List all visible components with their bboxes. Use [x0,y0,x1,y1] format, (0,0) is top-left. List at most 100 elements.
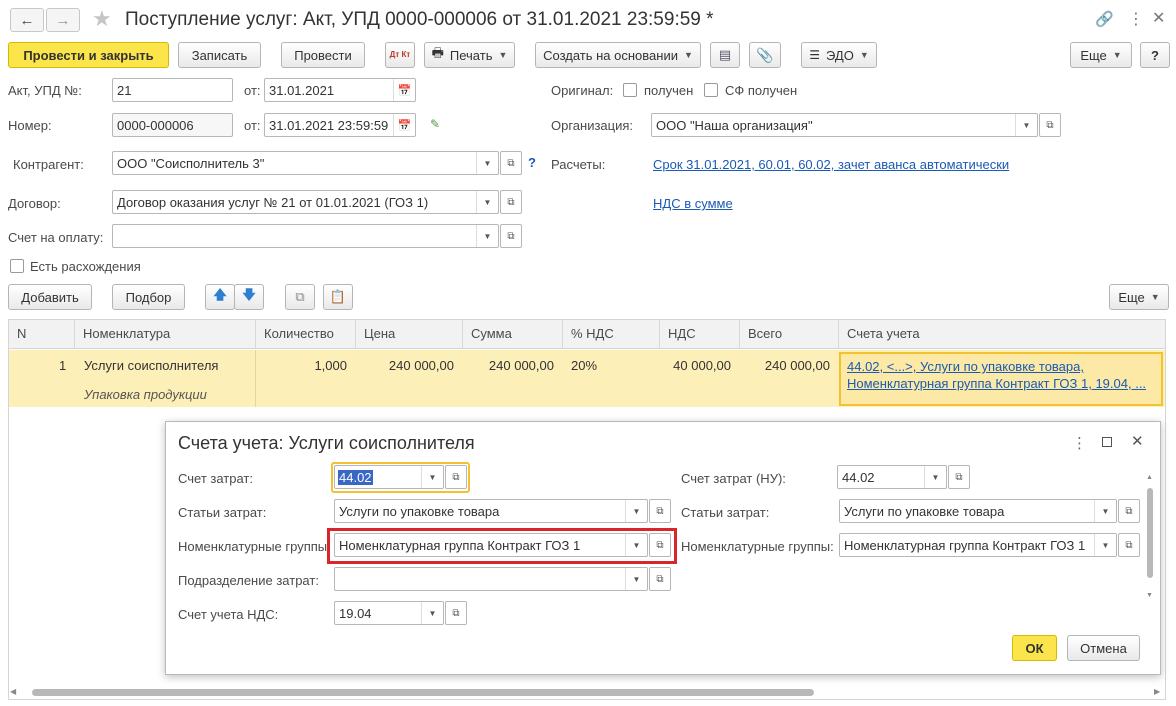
col-item[interactable]: Номенклатура [75,320,256,348]
post-and-close-button[interactable]: Провести и закрыть [8,42,169,68]
more-button[interactable]: Еще ▼ [1070,42,1132,68]
division-field[interactable]: ▼ [334,567,648,591]
ok-button[interactable]: ОК [1012,635,1057,661]
contractor-open-button[interactable]: ⧉ [500,151,522,175]
number-field[interactable]: 0000-000006 [112,113,233,137]
move-up-button[interactable]: 🡅 [205,284,235,310]
invoice-field[interactable]: ▼ [112,224,499,248]
nom-groups-nu-field[interactable]: Номенклатурная группа Контракт ГОЗ 1 ▼ [839,533,1117,557]
close-icon[interactable]: ✕ [1131,432,1144,450]
scroll-left-arrow[interactable]: ◀ [10,687,16,696]
link-icon[interactable]: 🔗 [1095,10,1114,28]
vat-account-field[interactable]: 19.04 ▼ [334,601,444,625]
print-button[interactable]: 🖶 Печать ▼ [424,42,515,68]
save-button[interactable]: Записать [178,42,261,68]
col-sum[interactable]: Сумма [463,320,563,348]
edo-button[interactable]: ☰ ЭДО ▼ [801,42,877,68]
save-label: Записать [191,47,248,63]
horizontal-scrollbar[interactable]: ◀ ▶ [10,687,1166,697]
cost-items-nu-field[interactable]: Услуги по упаковке товара ▼ [839,499,1117,523]
table-more-button[interactable]: Еще ▼ [1109,284,1169,310]
cost-account-nu-field[interactable]: 44.02 ▼ [837,465,947,489]
copy-button[interactable]: ⧉ [285,284,315,310]
cost-items-open-button[interactable]: ⧉ [649,499,671,523]
act-number-field[interactable]: 21 [112,78,233,102]
nom-groups-nu-open-button[interactable]: ⧉ [1118,533,1140,557]
col-n[interactable]: N [9,320,75,348]
dt-kt-button[interactable]: Дт Кт [385,42,415,68]
cost-account-field[interactable]: 44.02 ▼ [334,465,444,489]
contractor-help-icon[interactable]: ? [528,155,536,170]
contractor-field[interactable]: ООО "Соисполнитель 3" ▼ [112,151,499,175]
paste-button[interactable]: 📋 [323,284,353,310]
settlements-link[interactable]: Срок 31.01.2021, 60.01, 60.02, зачет ава… [653,157,1009,172]
contract-open-button[interactable]: ⧉ [500,190,522,214]
cost-items-field[interactable]: Услуги по упаковке товара ▼ [334,499,648,523]
chevron-down-icon[interactable]: ▼ [1094,500,1116,522]
help-button[interactable]: ? [1140,42,1170,68]
sf-received-checkbox[interactable] [704,83,718,97]
cost-items-nu-open-button[interactable]: ⧉ [1118,499,1140,523]
col-accounts[interactable]: Счета учета [839,320,1165,348]
chevron-down-icon[interactable]: ▼ [476,152,498,174]
close-icon[interactable]: ✕ [1152,8,1165,28]
back-button[interactable]: ← [10,8,44,32]
col-vat[interactable]: НДС [660,320,740,348]
attach-button[interactable]: 📎 [749,42,781,68]
add-row-button[interactable]: Добавить [8,284,92,310]
chevron-down-icon[interactable]: ▼ [421,602,443,624]
paste-icon: 📋 [329,289,347,304]
col-total[interactable]: Всего [740,320,839,348]
scroll-right-arrow[interactable]: ▶ [1154,687,1160,696]
scroll-thumb[interactable] [1147,488,1153,578]
chevron-down-icon[interactable]: ▼ [476,225,498,247]
cancel-button[interactable]: Отмена [1067,635,1140,661]
create-based-on-button[interactable]: Создать на основании ▼ [535,42,701,68]
chevron-down-icon[interactable]: ▼ [1015,114,1037,136]
post-button[interactable]: Провести [281,42,365,68]
col-price[interactable]: Цена [356,320,463,348]
forward-button[interactable]: → [46,8,80,32]
status-check-icon: ✎ [430,117,441,131]
more-vertical-icon[interactable]: ⋮ [1072,434,1087,452]
division-open-button[interactable]: ⧉ [649,567,671,591]
structure-button[interactable]: ▤ [710,42,740,68]
original-received-checkbox[interactable] [623,83,637,97]
col-vat-rate[interactable]: % НДС [563,320,660,348]
contract-field[interactable]: Договор оказания услуг № 21 от 01.01.202… [112,190,499,214]
dialog-vertical-scrollbar[interactable]: ▲ ▼ [1146,474,1154,604]
chevron-down-icon[interactable]: ▼ [625,568,647,590]
chevron-down-icon[interactable]: ▼ [1094,534,1116,556]
maximize-icon[interactable] [1102,437,1112,447]
more-vertical-icon[interactable]: ⋮ [1128,9,1144,29]
chevron-down-icon[interactable]: ▼ [625,500,647,522]
chevron-down-icon[interactable]: ▼ [476,191,498,213]
calendar-icon[interactable]: 📅 [393,79,415,101]
cost-account-open-button[interactable]: ⧉ [445,465,467,489]
scroll-up-arrow[interactable]: ▲ [1146,474,1153,481]
act-date-field[interactable]: 31.01.2021 📅 [264,78,416,102]
chevron-down-icon[interactable]: ▼ [924,466,946,488]
col-qty[interactable]: Количество [256,320,356,348]
cost-items-nu-label: Статьи затрат: [681,505,770,520]
vat-in-amount-link[interactable]: НДС в сумме [653,196,733,211]
cost-account-value-wrap: 44.02 [335,469,421,485]
organization-field[interactable]: ООО "Наша организация" ▼ [651,113,1038,137]
scroll-down-arrow[interactable]: ▼ [1146,592,1153,599]
vat-account-open-button[interactable]: ⧉ [445,601,467,625]
calendar-icon[interactable]: 📅 [393,114,415,136]
cost-account-nu-open-button[interactable]: ⧉ [948,465,970,489]
chevron-down-icon[interactable]: ▼ [625,534,647,556]
number-date-field[interactable]: 31.01.2021 23:59:59 📅 [264,113,416,137]
organization-open-button[interactable]: ⧉ [1039,113,1061,137]
original-received-label: получен [644,83,694,98]
invoice-open-button[interactable]: ⧉ [500,224,522,248]
chevron-down-icon[interactable]: ▼ [421,466,443,488]
favorite-star-icon[interactable]: ★ [92,6,112,32]
scroll-thumb[interactable] [32,689,814,696]
nom-groups-open-button[interactable]: ⧉ [649,533,671,557]
discrepancy-checkbox[interactable] [10,259,24,273]
pick-button[interactable]: Подбор [112,284,185,310]
nom-groups-field[interactable]: Номенклатурная группа Контракт ГОЗ 1 ▼ [334,533,648,557]
move-down-button[interactable]: 🡇 [234,284,264,310]
